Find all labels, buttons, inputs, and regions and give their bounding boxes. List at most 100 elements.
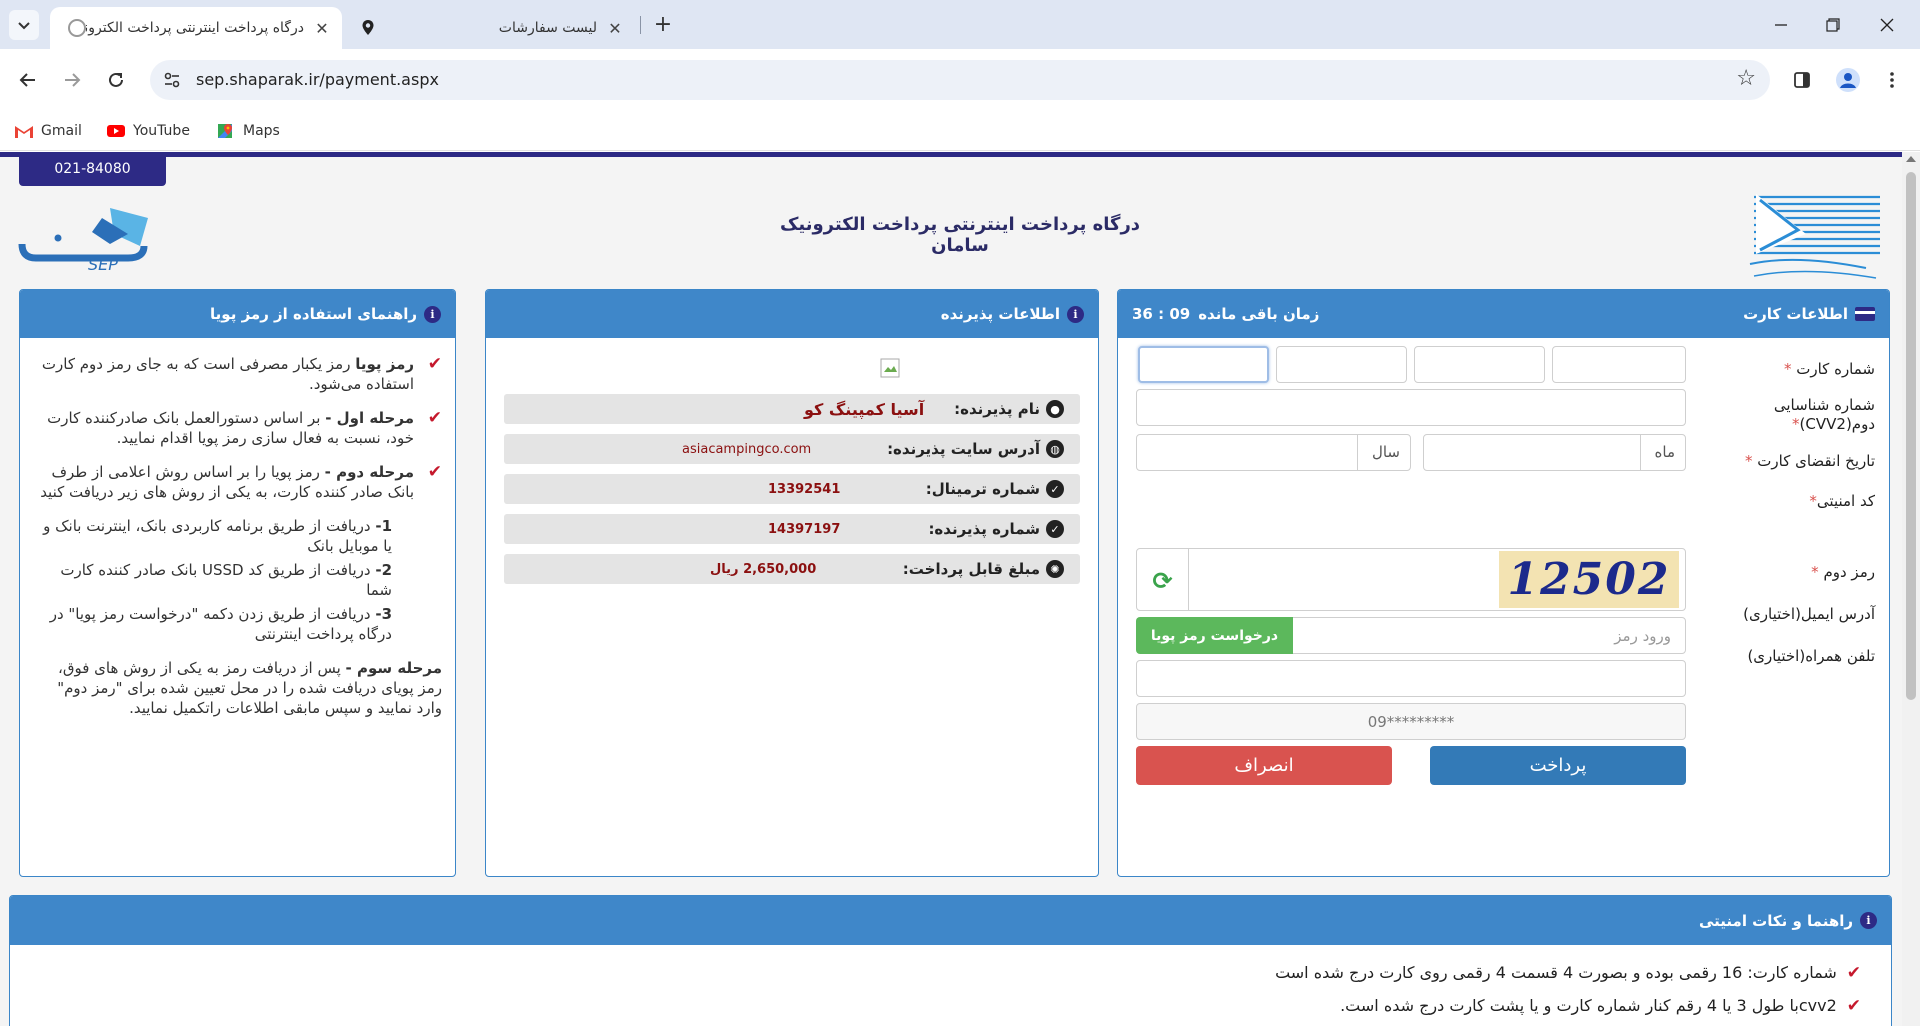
info-icon: i [1067, 305, 1084, 323]
pay-button[interactable]: پرداخت [1430, 746, 1686, 785]
card-number-part-2[interactable] [1414, 346, 1545, 383]
row-label: شماره ترمینال: [925, 480, 1040, 498]
loading-favicon-icon [68, 19, 86, 37]
support-phone: 021-84080 [19, 152, 166, 186]
close-icon [1880, 18, 1894, 31]
profile-button[interactable] [1832, 64, 1864, 96]
timer-label: زمان باقی مانده [1198, 305, 1320, 323]
security-tip: ✔ cvv2با طول 3 یا 4 رقم کنار شماره کارت و… [1340, 996, 1861, 1016]
close-window-button[interactable] [1861, 0, 1913, 49]
close-icon[interactable]: ✕ [312, 18, 332, 38]
label-text: تاریخ انقضای کارت [1757, 452, 1875, 470]
guide-item: ✔ مرحله دوم - رمز پویا را بر اساس روش اع… [30, 462, 442, 502]
side-panel-icon [1794, 72, 1810, 88]
expiry-year-input[interactable]: سال [1136, 434, 1411, 471]
merchant-name: آسیا کمپینگ کو [804, 399, 925, 419]
year-addon: سال [1356, 435, 1400, 470]
bookmark-youtube[interactable]: YouTube [106, 117, 190, 145]
tab-title: درگاه پرداخت اینترنتی پرداخت الکترونیک س… [86, 20, 304, 36]
mobile-value: 09********* [1367, 713, 1455, 731]
shaparak-logo [1749, 194, 1880, 279]
refresh-captcha-icon[interactable]: ⟳ [1137, 549, 1189, 610]
security-panel-title: راهنما و نکات امنیتی [1698, 911, 1853, 930]
email-label: آدرس ایمیل(اختیاری) [1743, 605, 1875, 623]
email-input[interactable] [1136, 660, 1686, 697]
required-mark: * [1811, 563, 1819, 581]
more-vertical-icon [1890, 72, 1894, 88]
expiry-month-input[interactable]: ماه [1423, 434, 1686, 471]
mobile-label: تلفن همراه(اختیاری) [1747, 647, 1875, 665]
bookmark-maps[interactable]: Maps [216, 117, 280, 145]
location-pin-favicon-icon [362, 20, 374, 35]
address-bar[interactable]: sep.shaparak.ir/payment.aspx ☆ [150, 60, 1770, 100]
pin-label: رمز دوم * [1811, 563, 1875, 581]
browser-menu-button[interactable] [1876, 64, 1908, 96]
restore-button[interactable] [1807, 0, 1859, 49]
payable-amount-row: ✺ مبلغ قابل پرداخت: 2,650,000 ریال [504, 554, 1080, 584]
check-circle-icon: ✓ [1046, 480, 1064, 498]
bookmark-gmail[interactable]: Gmail [14, 117, 82, 145]
gmail-icon [15, 126, 33, 138]
bookmark-label: Maps [243, 123, 280, 139]
guide-panel-title: راهنمای استفاده از رمز پویا [210, 305, 417, 323]
expiry-label: تاریخ انقضای کارت * [1745, 452, 1875, 470]
check-icon: ✔ [427, 462, 442, 482]
arrow-right-icon [65, 73, 81, 87]
guide-item-title: رمز پویا [355, 355, 414, 373]
check-icon: ✔ [427, 408, 442, 428]
required-mark: * [1745, 452, 1753, 470]
scrollbar-thumb[interactable] [1906, 172, 1916, 700]
label-text: شماره شناسایی دوم(CVV2) [1773, 396, 1875, 433]
request-dynamic-pin-button[interactable]: درخواست رمز پویا [1136, 617, 1293, 654]
browser-tabstrip: درگاه پرداخت اینترنتی پرداخت الکترونیک س… [0, 0, 1920, 49]
new-tab-button[interactable]: + [649, 10, 677, 38]
tab-search-button[interactable] [9, 10, 39, 40]
bookmark-label: YouTube [133, 123, 190, 139]
close-icon[interactable]: ✕ [605, 18, 625, 38]
cvv2-label: شماره شناسایی دوم(CVV2)* [1725, 396, 1875, 434]
forward-button[interactable] [56, 64, 88, 96]
tab-payment-gateway[interactable]: درگاه پرداخت اینترنتی پرداخت الکترونیک س… [50, 7, 342, 49]
arrow-left-icon [19, 73, 35, 87]
scroll-up-icon[interactable] [1906, 156, 1916, 162]
guide-sub-item: 2- دریافت از طریق کد USSD بانک صادر کنند… [30, 560, 442, 600]
card-number-part-3[interactable] [1276, 346, 1407, 383]
back-button[interactable] [12, 64, 44, 96]
label-text: رمز دوم [1823, 563, 1875, 581]
side-panel-button[interactable] [1786, 64, 1818, 96]
card-number-part-1[interactable] [1552, 346, 1686, 383]
cvv2-input[interactable] [1136, 389, 1686, 426]
card-form: شماره کارت * شماره شناسایی دوم(CVV2)* تا… [1118, 338, 1889, 876]
page-scrollbar[interactable] [1902, 152, 1920, 1026]
required-mark: * [1783, 360, 1792, 378]
label-text: شماره کارت [1796, 360, 1875, 378]
broken-image-icon [880, 358, 900, 378]
pin-input[interactable]: ورود رمز [1292, 617, 1686, 654]
profile-avatar-icon [1836, 68, 1860, 92]
check-icon: ✔ [1846, 996, 1861, 1016]
row-label: مبلغ قابل پرداخت: [902, 560, 1040, 578]
chevron-down-icon [18, 22, 30, 30]
tip-text: شماره کارت: 16 رقمی بوده و بصورت 4 قسمت … [1275, 963, 1837, 982]
reload-button[interactable] [100, 64, 132, 96]
mobile-input[interactable]: 09********* [1136, 703, 1686, 740]
terminal-number: 13392541 [768, 481, 841, 497]
user-icon: ● [1046, 400, 1064, 418]
minimize-button[interactable] [1755, 0, 1807, 49]
cancel-button[interactable]: انصراف [1136, 746, 1392, 785]
youtube-icon [107, 125, 125, 137]
sep-logo-text: SEP [88, 255, 118, 270]
guide-item: مرحله سوم - پس از دریافت رمز به یکی از ر… [30, 658, 442, 718]
card-number-part-4[interactable] [1138, 346, 1269, 383]
guide-item-title: مرحله دوم - [324, 463, 414, 481]
terminal-number-row: ✓ شماره ترمینال: 13392541 [504, 474, 1080, 504]
tab-order-list[interactable]: لیست سفارشات ✕ [345, 7, 635, 49]
merchant-info-panel: i اطلاعات پذیرنده ● نام پذیرنده: آسیا کم… [485, 289, 1099, 877]
guide-item-title: مرحله اول - [325, 409, 414, 427]
bookmark-star-icon[interactable]: ☆ [1736, 66, 1756, 91]
captcha-input[interactable] [1190, 549, 1500, 610]
timer-value: 36 : 09 [1132, 305, 1191, 323]
check-icon: ✔ [1846, 963, 1861, 983]
merchant-number-row: ✓ شماره پذیرنده: 14397197 [504, 514, 1080, 544]
merchant-name-row: ● نام پذیرنده: آسیا کمپینگ کو [504, 394, 1080, 424]
